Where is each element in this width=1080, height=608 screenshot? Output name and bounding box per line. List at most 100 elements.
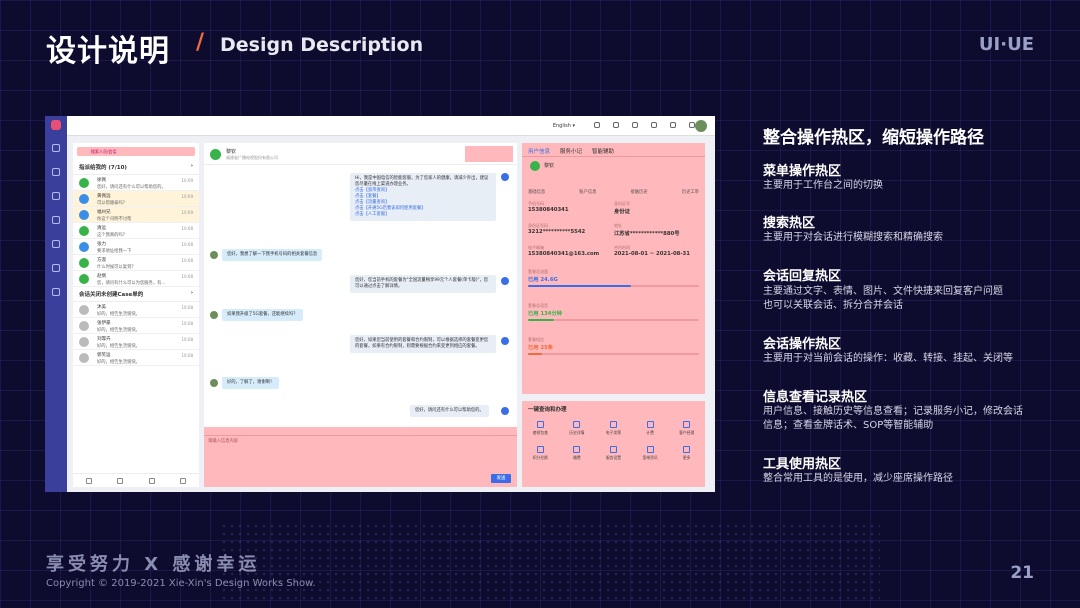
tool-icon [609,421,617,428]
phone-icon[interactable] [52,192,60,200]
send-button[interactable]: 发送 [491,474,511,483]
list-item[interactable]: 徐佩 您好，请问还有什么可以帮助您的。 10:09 [73,175,199,191]
list-tab-icon[interactable] [148,477,155,484]
tool-item[interactable]: 历史详情 [559,421,596,436]
avatar [79,305,89,315]
bell-icon[interactable] [670,122,676,128]
title-slash: / [196,30,205,55]
customer-name: 黎钦 [544,163,555,169]
avatar [79,353,89,363]
tool-label: 电子发票 [605,430,622,435]
section-assigned: 指派给我的 (7/10) › [73,160,199,175]
reply-hotzone[interactable]: 请输入信息内容 发送 [204,427,517,487]
mail-icon[interactable] [52,216,60,224]
sub-tab-basic[interactable]: 基础信息 [528,189,545,195]
agent-avatar [501,337,509,345]
usage-card: 套餐总语音 已用 134分钟 [528,303,699,321]
hotzone-desc: 用户信息、接触历史等信息查看；记录服务小记，修改会话 [763,406,1023,417]
tool-label: 宽带资讯 [642,455,658,460]
tool-icon [609,446,617,453]
list-item[interactable]: 福州兄 你这个司明不讨帮 10:09 [73,207,199,223]
page-title: 设计说明 [46,34,170,69]
section-assigned-label: 指派给我的 (7/10) [79,165,127,171]
list-item[interactable]: 张伊豪 好的，相告生活愉快。 10:08 [73,318,199,334]
monitor-icon[interactable] [613,122,619,128]
list-tab-icon[interactable] [85,477,92,484]
tool-item[interactable]: 服务设置 [595,446,632,461]
list-item[interactable]: 刘霏卉 好的，相告生活愉快。 10:08 [73,334,199,350]
brand-label: UI·UE [978,34,1034,55]
hotzone-heading: 信息查看记录热区 [763,390,868,405]
tools-grid: 套餐包查 历史详情 电子发票 计费 客户经理 积分兑换 缴费 服务设置 宽带资讯… [522,421,705,461]
hotzone-desc-line2: 也可以关联会话、拆分合并会话 [763,300,903,311]
toolbar-icons [594,122,695,128]
sub-tab-contact-history[interactable]: 接触历史 [631,189,648,195]
chat-icon[interactable] [52,168,60,176]
decorative-dots [220,522,880,602]
tab-user-info[interactable]: 用户信息 [528,147,550,155]
last-message: 这个我真的吗？ [97,233,128,238]
page-number: 21 [1010,563,1034,583]
timestamp: 10:08 [181,274,193,279]
footer-slogan: 享受努力 X 感谢幸运 [46,554,261,575]
info-field: 地址 江苏省************880号 [614,223,700,237]
list-item[interactable]: 沐美 好的，相告生活愉快。 10:08 [73,302,199,318]
refresh-icon[interactable] [632,122,638,128]
tool-item[interactable]: 更多 [668,446,705,461]
contact-org: 福建省广播电视股份有限公司 [226,155,278,160]
tool-item[interactable]: 宽带资讯 [632,446,669,461]
tool-item[interactable]: 套餐包查 [522,421,559,436]
tool-item[interactable]: 积分兑换 [522,446,559,461]
customer-avatar [210,379,218,387]
language-select[interactable]: English ▾ [553,123,575,129]
list-item[interactable]: 张力 要求地址给我一下 10:08 [73,239,199,255]
gear-icon[interactable] [52,288,60,296]
tools-title: 一键查询和办理 [528,407,567,413]
list-item[interactable]: 赵纲 您，请问有什么可以为您服务，有... 10:08 [73,271,199,287]
message-bubble: 好的，了解了，谢谢啊！ [222,377,280,389]
info-field: 手机号码 15380840341 [528,201,608,213]
list-item[interactable]: 方淑 什么时候可以复到？ 10:08 [73,255,199,271]
search-icon[interactable] [594,122,600,128]
quick-link[interactable]: 点击【人工客服】 [355,212,491,218]
tool-icon [536,446,544,453]
document-icon[interactable] [52,240,60,248]
hotzone-desc-line2: 信息；查看金牌话术、SOP等智能辅助 [763,420,934,431]
tool-item[interactable]: 客户经理 [668,421,705,436]
app-logo [51,120,61,130]
avatar [79,194,89,204]
agent-avatar [501,407,509,415]
lock-icon[interactable] [651,122,657,128]
tool-item[interactable]: 电子发票 [595,421,632,436]
list-item[interactable]: 黄佩远 可以帮顺泰吗？ 10:09 [73,191,199,207]
user-avatar[interactable] [695,120,707,132]
timestamp: 10:09 [181,178,193,183]
sub-tab-tickets[interactable]: 历史工单 [682,189,699,195]
search-input[interactable]: 搜索人员/会话 [77,147,195,156]
list-item[interactable]: 清远 这个我真的吗？ 10:08 [73,223,199,239]
shield-icon[interactable] [52,264,60,272]
list-item[interactable]: 郭笑运 好的，相告生活愉快。 10:08 [73,350,199,366]
section-closed-label: 会话关闭未创建Case单的 [79,292,144,298]
tool-item[interactable]: 计费 [632,421,669,436]
list-tab-icon[interactable] [117,477,124,484]
tab-smart-assist[interactable]: 智能辅助 [592,147,614,155]
sub-tab-account[interactable]: 账户信息 [579,189,596,195]
tool-icon [573,421,581,428]
usage-bar [528,285,699,287]
last-message: 好的，相告生活愉快。 [97,312,140,317]
hotzone-desc: 整合常用工具的是使用，减少座席操作路径 [763,473,953,484]
session-ops-hotzone[interactable] [465,146,513,162]
avatar [79,210,89,220]
customer-avatar [530,161,540,171]
list-tab-icon[interactable] [180,477,187,484]
tab-service-notes[interactable]: 服务小记 [560,147,582,155]
message-bubble: 如果我升级了5G套餐，还能继续吗？ [222,309,303,321]
reply-input[interactable]: 请输入信息内容 [204,436,517,448]
timestamp: 10:08 [181,258,193,263]
message-area: Hi，我是中国电信的智能客服，为了您家人的健康，请减少外出，建议您尽量在线上渠道… [204,165,517,425]
home-icon[interactable] [52,144,60,152]
welcome-text: Hi，我是中国电信的智能客服，为了您家人的健康，请减少外出，建议您尽量在线上渠道… [355,176,489,187]
tool-item[interactable]: 缴费 [559,446,596,461]
tool-icon [683,446,691,453]
